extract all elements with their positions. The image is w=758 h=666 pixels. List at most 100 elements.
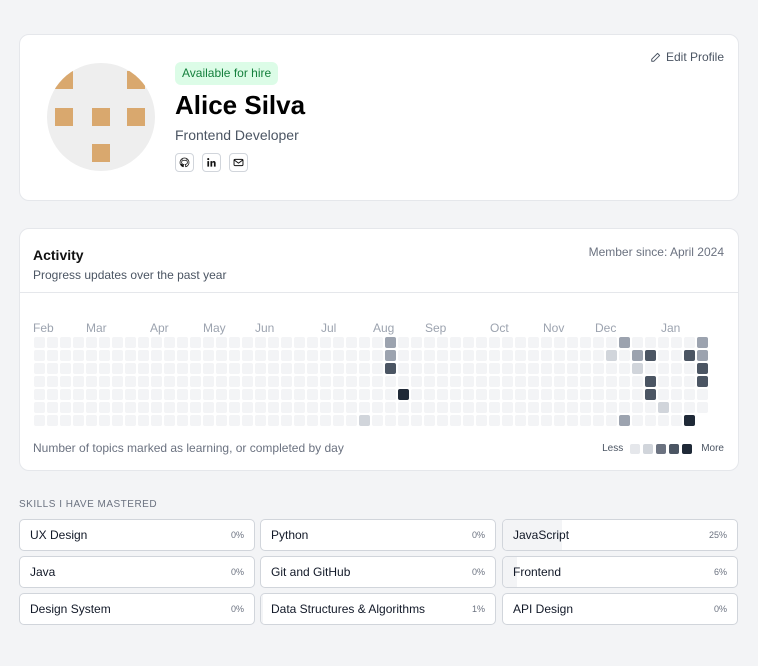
activity-cell[interactable] [515, 350, 526, 361]
activity-cell[interactable] [697, 350, 708, 361]
activity-cell[interactable] [684, 337, 695, 348]
activity-cell[interactable] [567, 337, 578, 348]
activity-cell[interactable] [567, 402, 578, 413]
activity-cell[interactable] [268, 389, 279, 400]
activity-cell[interactable] [398, 389, 409, 400]
activity-cell[interactable] [541, 415, 552, 426]
mail-icon[interactable] [229, 153, 248, 172]
activity-cell[interactable] [645, 350, 656, 361]
activity-cell[interactable] [606, 389, 617, 400]
activity-cell[interactable] [34, 376, 45, 387]
activity-cell[interactable] [320, 376, 331, 387]
activity-cell[interactable] [73, 350, 84, 361]
activity-cell[interactable] [619, 389, 630, 400]
activity-cell[interactable] [216, 402, 227, 413]
activity-cell[interactable] [489, 363, 500, 374]
activity-cell[interactable] [567, 363, 578, 374]
activity-cell[interactable] [437, 363, 448, 374]
activity-cell[interactable] [190, 337, 201, 348]
activity-cell[interactable] [580, 389, 591, 400]
activity-cell[interactable] [255, 376, 266, 387]
activity-cell[interactable] [567, 350, 578, 361]
activity-cell[interactable] [502, 415, 513, 426]
activity-cell[interactable] [658, 363, 669, 374]
activity-cell[interactable] [164, 402, 175, 413]
activity-cell[interactable] [320, 363, 331, 374]
activity-cell[interactable] [242, 350, 253, 361]
activity-cell[interactable] [411, 402, 422, 413]
activity-cell[interactable] [645, 402, 656, 413]
activity-cell[interactable] [463, 376, 474, 387]
activity-cell[interactable] [216, 376, 227, 387]
activity-cell[interactable] [437, 337, 448, 348]
activity-cell[interactable] [281, 363, 292, 374]
activity-cell[interactable] [372, 350, 383, 361]
activity-cell[interactable] [190, 389, 201, 400]
edit-profile-button[interactable]: Edit Profile [650, 50, 724, 64]
activity-cell[interactable] [73, 376, 84, 387]
activity-cell[interactable] [619, 376, 630, 387]
activity-cell[interactable] [138, 376, 149, 387]
activity-cell[interactable] [333, 402, 344, 413]
activity-cell[interactable] [34, 415, 45, 426]
activity-cell[interactable] [281, 337, 292, 348]
activity-cell[interactable] [177, 389, 188, 400]
activity-cell[interactable] [515, 402, 526, 413]
activity-cell[interactable] [281, 402, 292, 413]
activity-cell[interactable] [268, 402, 279, 413]
activity-cell[interactable] [463, 415, 474, 426]
activity-cell[interactable] [281, 376, 292, 387]
activity-cell[interactable] [359, 350, 370, 361]
activity-cell[interactable] [203, 350, 214, 361]
activity-cell[interactable] [346, 415, 357, 426]
activity-cell[interactable] [47, 376, 58, 387]
activity-cell[interactable] [411, 337, 422, 348]
activity-cell[interactable] [619, 415, 630, 426]
activity-cell[interactable] [489, 402, 500, 413]
activity-cell[interactable] [632, 415, 643, 426]
activity-cell[interactable] [138, 415, 149, 426]
activity-cell[interactable] [203, 337, 214, 348]
activity-cell[interactable] [593, 415, 604, 426]
activity-cell[interactable] [554, 402, 565, 413]
activity-cell[interactable] [203, 402, 214, 413]
activity-cell[interactable] [424, 363, 435, 374]
activity-cell[interactable] [268, 337, 279, 348]
activity-cell[interactable] [242, 363, 253, 374]
activity-cell[interactable] [242, 415, 253, 426]
activity-cell[interactable] [515, 363, 526, 374]
activity-cell[interactable] [554, 337, 565, 348]
activity-cell[interactable] [398, 350, 409, 361]
activity-cell[interactable] [528, 337, 539, 348]
activity-cell[interactable] [229, 402, 240, 413]
skill-item[interactable]: Java 0% [19, 556, 255, 588]
activity-cell[interactable] [385, 415, 396, 426]
activity-cell[interactable] [86, 350, 97, 361]
activity-cell[interactable] [216, 350, 227, 361]
activity-cell[interactable] [450, 389, 461, 400]
activity-cell[interactable] [580, 415, 591, 426]
activity-cell[interactable] [294, 376, 305, 387]
activity-cell[interactable] [242, 389, 253, 400]
activity-cell[interactable] [671, 363, 682, 374]
activity-cell[interactable] [593, 402, 604, 413]
activity-cell[interactable] [177, 337, 188, 348]
activity-cell[interactable] [151, 337, 162, 348]
activity-cell[interactable] [541, 402, 552, 413]
activity-cell[interactable] [424, 337, 435, 348]
activity-cell[interactable] [47, 337, 58, 348]
activity-cell[interactable] [606, 350, 617, 361]
activity-cell[interactable] [398, 415, 409, 426]
activity-cell[interactable] [645, 363, 656, 374]
activity-cell[interactable] [138, 402, 149, 413]
activity-cell[interactable] [424, 376, 435, 387]
activity-cell[interactable] [268, 415, 279, 426]
activity-cell[interactable] [294, 350, 305, 361]
activity-cell[interactable] [255, 337, 266, 348]
activity-cell[interactable] [307, 363, 318, 374]
activity-cell[interactable] [190, 363, 201, 374]
activity-cell[interactable] [294, 337, 305, 348]
activity-cell[interactable] [632, 337, 643, 348]
activity-cell[interactable] [372, 389, 383, 400]
activity-cell[interactable] [489, 389, 500, 400]
